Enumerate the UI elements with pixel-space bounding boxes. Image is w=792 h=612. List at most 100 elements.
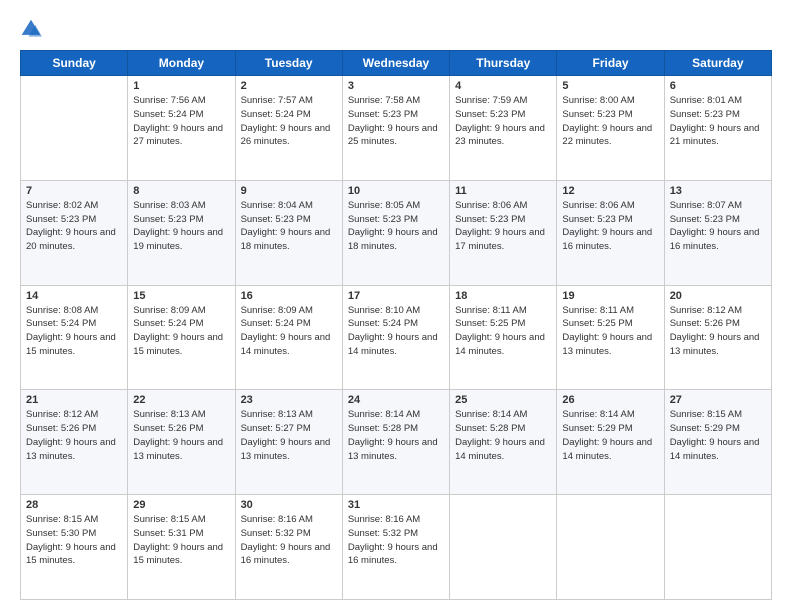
daylight: Daylight: 9 hours and 16 minutes. <box>348 542 438 567</box>
daylight: Daylight: 9 hours and 16 minutes. <box>562 227 652 252</box>
col-header-monday: Monday <box>128 51 235 76</box>
day-info: Sunrise: 8:09 AM Sunset: 5:24 PM Dayligh… <box>241 304 337 359</box>
calendar-cell: 27 Sunrise: 8:15 AM Sunset: 5:29 PM Dayl… <box>664 390 771 495</box>
sunrise: Sunrise: 8:06 AM <box>562 200 634 211</box>
sunset: Sunset: 5:26 PM <box>26 423 96 434</box>
sunrise: Sunrise: 8:01 AM <box>670 95 742 106</box>
calendar-cell <box>21 76 128 181</box>
day-info: Sunrise: 8:12 AM Sunset: 5:26 PM Dayligh… <box>670 304 766 359</box>
sunrise: Sunrise: 8:15 AM <box>26 514 98 525</box>
daylight: Daylight: 9 hours and 15 minutes. <box>133 542 223 567</box>
logo <box>20 18 46 40</box>
day-number: 22 <box>133 394 229 406</box>
day-info: Sunrise: 8:07 AM Sunset: 5:23 PM Dayligh… <box>670 199 766 254</box>
daylight: Daylight: 9 hours and 14 minutes. <box>348 332 438 357</box>
daylight: Daylight: 9 hours and 13 minutes. <box>133 437 223 462</box>
daylight: Daylight: 9 hours and 13 minutes. <box>26 437 116 462</box>
sunrise: Sunrise: 8:13 AM <box>133 409 205 420</box>
sunset: Sunset: 5:23 PM <box>670 109 740 120</box>
day-info: Sunrise: 8:15 AM Sunset: 5:30 PM Dayligh… <box>26 513 122 568</box>
day-number: 21 <box>26 394 122 406</box>
day-number: 29 <box>133 499 229 511</box>
calendar-cell: 2 Sunrise: 7:57 AM Sunset: 5:24 PM Dayli… <box>235 76 342 181</box>
day-number: 24 <box>348 394 444 406</box>
day-number: 2 <box>241 80 337 92</box>
calendar-week-row: 28 Sunrise: 8:15 AM Sunset: 5:30 PM Dayl… <box>21 495 772 600</box>
daylight: Daylight: 9 hours and 22 minutes. <box>562 123 652 148</box>
sunset: Sunset: 5:23 PM <box>348 214 418 225</box>
day-info: Sunrise: 7:57 AM Sunset: 5:24 PM Dayligh… <box>241 94 337 149</box>
sunset: Sunset: 5:32 PM <box>241 528 311 539</box>
day-number: 12 <box>562 185 658 197</box>
day-number: 30 <box>241 499 337 511</box>
calendar-cell: 10 Sunrise: 8:05 AM Sunset: 5:23 PM Dayl… <box>342 180 449 285</box>
day-info: Sunrise: 8:01 AM Sunset: 5:23 PM Dayligh… <box>670 94 766 149</box>
calendar-cell: 31 Sunrise: 8:16 AM Sunset: 5:32 PM Dayl… <box>342 495 449 600</box>
day-info: Sunrise: 8:06 AM Sunset: 5:23 PM Dayligh… <box>562 199 658 254</box>
sunrise: Sunrise: 8:15 AM <box>670 409 742 420</box>
day-number: 6 <box>670 80 766 92</box>
sunset: Sunset: 5:28 PM <box>348 423 418 434</box>
day-info: Sunrise: 8:10 AM Sunset: 5:24 PM Dayligh… <box>348 304 444 359</box>
calendar-cell: 16 Sunrise: 8:09 AM Sunset: 5:24 PM Dayl… <box>235 285 342 390</box>
sunrise: Sunrise: 8:03 AM <box>133 200 205 211</box>
sunrise: Sunrise: 8:00 AM <box>562 95 634 106</box>
calendar-cell: 24 Sunrise: 8:14 AM Sunset: 5:28 PM Dayl… <box>342 390 449 495</box>
sunrise: Sunrise: 8:16 AM <box>348 514 420 525</box>
daylight: Daylight: 9 hours and 16 minutes. <box>670 227 760 252</box>
daylight: Daylight: 9 hours and 15 minutes. <box>133 332 223 357</box>
sunrise: Sunrise: 8:09 AM <box>241 305 313 316</box>
sunrise: Sunrise: 8:05 AM <box>348 200 420 211</box>
sunset: Sunset: 5:26 PM <box>670 318 740 329</box>
sunset: Sunset: 5:24 PM <box>133 109 203 120</box>
sunrise: Sunrise: 7:56 AM <box>133 95 205 106</box>
daylight: Daylight: 9 hours and 27 minutes. <box>133 123 223 148</box>
sunrise: Sunrise: 8:12 AM <box>26 409 98 420</box>
sunrise: Sunrise: 8:02 AM <box>26 200 98 211</box>
calendar-cell <box>664 495 771 600</box>
daylight: Daylight: 9 hours and 14 minutes. <box>455 332 545 357</box>
sunset: Sunset: 5:29 PM <box>670 423 740 434</box>
day-info: Sunrise: 7:58 AM Sunset: 5:23 PM Dayligh… <box>348 94 444 149</box>
day-number: 27 <box>670 394 766 406</box>
sunset: Sunset: 5:24 PM <box>241 109 311 120</box>
calendar-header-row: SundayMondayTuesdayWednesdayThursdayFrid… <box>21 51 772 76</box>
sunset: Sunset: 5:23 PM <box>562 214 632 225</box>
day-info: Sunrise: 8:11 AM Sunset: 5:25 PM Dayligh… <box>562 304 658 359</box>
calendar-cell: 14 Sunrise: 8:08 AM Sunset: 5:24 PM Dayl… <box>21 285 128 390</box>
col-header-saturday: Saturday <box>664 51 771 76</box>
day-number: 15 <box>133 290 229 302</box>
day-number: 17 <box>348 290 444 302</box>
daylight: Daylight: 9 hours and 14 minutes. <box>562 437 652 462</box>
calendar-cell: 25 Sunrise: 8:14 AM Sunset: 5:28 PM Dayl… <box>450 390 557 495</box>
daylight: Daylight: 9 hours and 21 minutes. <box>670 123 760 148</box>
calendar-cell: 19 Sunrise: 8:11 AM Sunset: 5:25 PM Dayl… <box>557 285 664 390</box>
calendar-cell: 30 Sunrise: 8:16 AM Sunset: 5:32 PM Dayl… <box>235 495 342 600</box>
sunrise: Sunrise: 8:13 AM <box>241 409 313 420</box>
sunrise: Sunrise: 8:10 AM <box>348 305 420 316</box>
calendar-cell: 4 Sunrise: 7:59 AM Sunset: 5:23 PM Dayli… <box>450 76 557 181</box>
sunset: Sunset: 5:25 PM <box>562 318 632 329</box>
sunset: Sunset: 5:30 PM <box>26 528 96 539</box>
sunrise: Sunrise: 8:12 AM <box>670 305 742 316</box>
sunset: Sunset: 5:31 PM <box>133 528 203 539</box>
day-info: Sunrise: 8:15 AM Sunset: 5:29 PM Dayligh… <box>670 408 766 463</box>
calendar-week-row: 7 Sunrise: 8:02 AM Sunset: 5:23 PM Dayli… <box>21 180 772 285</box>
day-info: Sunrise: 8:12 AM Sunset: 5:26 PM Dayligh… <box>26 408 122 463</box>
sunrise: Sunrise: 8:14 AM <box>455 409 527 420</box>
col-header-tuesday: Tuesday <box>235 51 342 76</box>
sunrise: Sunrise: 8:14 AM <box>348 409 420 420</box>
daylight: Daylight: 9 hours and 13 minutes. <box>562 332 652 357</box>
daylight: Daylight: 9 hours and 17 minutes. <box>455 227 545 252</box>
sunset: Sunset: 5:24 PM <box>26 318 96 329</box>
day-number: 14 <box>26 290 122 302</box>
day-info: Sunrise: 8:14 AM Sunset: 5:29 PM Dayligh… <box>562 408 658 463</box>
page: SundayMondayTuesdayWednesdayThursdayFrid… <box>0 0 792 612</box>
calendar-cell: 13 Sunrise: 8:07 AM Sunset: 5:23 PM Dayl… <box>664 180 771 285</box>
day-number: 11 <box>455 185 551 197</box>
day-info: Sunrise: 8:00 AM Sunset: 5:23 PM Dayligh… <box>562 94 658 149</box>
daylight: Daylight: 9 hours and 13 minutes. <box>670 332 760 357</box>
day-number: 19 <box>562 290 658 302</box>
col-header-friday: Friday <box>557 51 664 76</box>
calendar-cell: 15 Sunrise: 8:09 AM Sunset: 5:24 PM Dayl… <box>128 285 235 390</box>
